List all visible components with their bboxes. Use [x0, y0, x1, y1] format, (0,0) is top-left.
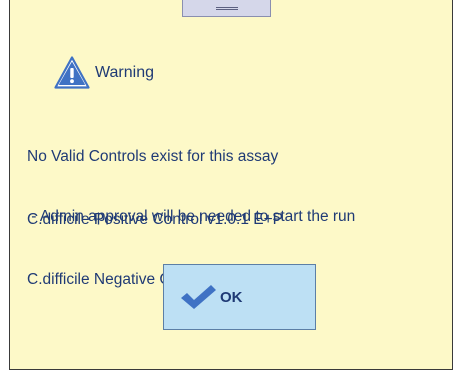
checkmark-icon	[181, 285, 216, 309]
message-line: No Valid Controls exist for this assay	[27, 148, 279, 165]
drag-grip-handle[interactable]	[182, 0, 271, 17]
ok-button-label: OK	[220, 288, 243, 306]
dialog-header: Warning	[54, 55, 154, 91]
drag-grip-icon	[216, 7, 238, 10]
dialog-title: Warning	[95, 64, 154, 81]
ok-button[interactable]: OK	[163, 264, 316, 330]
warning-triangle-icon	[54, 56, 90, 89]
control-item: C.difficile Positive Control v1.0.1 E+P	[27, 211, 284, 228]
warning-dialog: Warning No Valid Controls exist for this…	[9, 0, 453, 370]
